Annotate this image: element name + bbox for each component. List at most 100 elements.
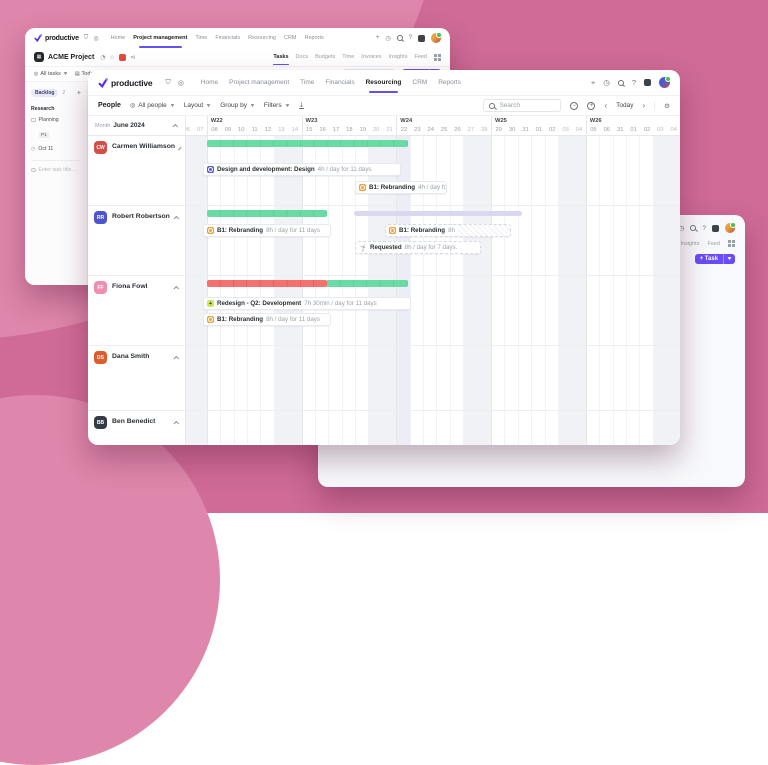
nav-time[interactable]: Time: [300, 79, 314, 86]
person-cell[interactable]: CW Carmen Williamson: [88, 136, 186, 205]
booking-card[interactable]: B1: Rebranding4h / day for 7: [355, 181, 447, 194]
filters-dropdown[interactable]: Filters▼: [264, 102, 290, 109]
tab-docs[interactable]: Docs: [296, 54, 309, 60]
collapse-icon[interactable]: [173, 286, 179, 292]
back-nav-reports[interactable]: Reports: [305, 35, 324, 41]
overbooked-capacity-bar[interactable]: [207, 280, 328, 287]
service-icon: [359, 184, 366, 191]
tab-insights[interactable]: Insights: [388, 54, 407, 60]
notifications-icon[interactable]: ⛉: [84, 34, 89, 42]
back-nav-financials[interactable]: Financials: [215, 35, 240, 41]
booking-card[interactable]: + Redesign - Q2: Development7h 30min / d…: [203, 297, 411, 310]
layout-dropdown[interactable]: Layout▼: [184, 102, 211, 109]
new-task-placeholder[interactable]: Enter task title ...: [31, 167, 81, 173]
budget-alert-icon[interactable]: [119, 54, 126, 61]
help-icon[interactable]: ?: [632, 78, 636, 87]
watch-icon[interactable]: ◔: [100, 54, 105, 61]
prev-period-icon[interactable]: ‹: [604, 101, 607, 110]
nav-project-management[interactable]: Project management: [229, 79, 289, 86]
search-input[interactable]: Search: [483, 99, 561, 112]
next-period-icon[interactable]: ›: [643, 101, 646, 110]
back-nav-crm[interactable]: CRM: [284, 35, 297, 41]
all-tasks-dropdown[interactable]: ◎All tasks▼: [34, 71, 68, 77]
avatar: CW: [94, 141, 107, 154]
back-nav-resourcing[interactable]: Resourcing: [248, 35, 276, 41]
nav-financials[interactable]: Financials: [325, 79, 354, 86]
download-icon[interactable]: ↓: [299, 102, 304, 110]
tab-insights[interactable]: Insights: [680, 241, 699, 247]
help-icon[interactable]: ?: [409, 35, 412, 41]
status-circle-icon[interactable]: ◎: [178, 79, 184, 87]
nav-home[interactable]: Home: [201, 79, 218, 86]
tentative-booking-card[interactable]: B1: Rebranding8h: [385, 224, 511, 237]
booking-card[interactable]: B1: Rebranding8h / day for 11 days: [203, 224, 331, 237]
inbox-icon[interactable]: [712, 225, 719, 232]
back-nav-project-management[interactable]: Project management: [133, 35, 187, 41]
tab-invoices[interactable]: Invoices: [361, 54, 381, 60]
status-circle-icon[interactable]: ◎: [93, 35, 98, 42]
group-by-dropdown[interactable]: Group by▼: [220, 102, 255, 109]
person-cell[interactable]: DS Dana Smith: [88, 346, 186, 410]
today-button[interactable]: Today: [616, 102, 633, 109]
checkbox-icon[interactable]: [31, 118, 36, 123]
tab-budgets[interactable]: Budgets: [315, 54, 335, 60]
tab-tasks[interactable]: Tasks: [273, 54, 288, 60]
date-scale: 0607 W2208091011121314 W2315161718192021…: [186, 116, 680, 135]
collapse-icon[interactable]: [173, 356, 179, 362]
nav-reports[interactable]: Reports: [438, 79, 461, 86]
help-icon[interactable]: ?: [702, 225, 706, 232]
person-cell[interactable]: BB Ben Benedict: [88, 411, 186, 445]
backlog-pill[interactable]: Backlog: [31, 89, 58, 97]
notifications-icon[interactable]: ⛉: [165, 78, 170, 87]
collapse-icon[interactable]: [173, 216, 179, 222]
nav-resourcing[interactable]: Resourcing: [366, 79, 402, 86]
tentative-capacity-bar[interactable]: [354, 211, 522, 216]
views-grid-icon[interactable]: [434, 54, 441, 61]
views-grid-icon[interactable]: [728, 240, 735, 247]
back-nav-time[interactable]: Time: [195, 35, 207, 41]
person-cell[interactable]: RR Robert Robertson: [88, 206, 186, 275]
booking-card[interactable]: Design and development: Design4h / day f…: [203, 163, 401, 176]
booking-card[interactable]: B1: Rebranding8h / day for 11 days: [203, 313, 331, 326]
add-column-task-icon[interactable]: +: [77, 90, 81, 97]
nav-crm[interactable]: CRM: [412, 79, 427, 86]
time-off-request-card[interactable]: Requested8h / day for 7 days.: [355, 241, 481, 254]
tab-time[interactable]: Time: [342, 54, 354, 60]
add-task-button[interactable]: + Task▼: [695, 254, 735, 264]
avatar: BB: [94, 416, 107, 429]
project-title: ACME Project: [48, 54, 94, 61]
avatar[interactable]: [725, 223, 735, 233]
capacity-bar[interactable]: [207, 210, 328, 217]
month-selector[interactable]: Month June 2024: [88, 116, 186, 135]
settings-gear-icon[interactable]: ⚙: [664, 102, 670, 110]
day-cell: 12: [261, 127, 274, 133]
add-icon[interactable]: +: [376, 35, 380, 41]
search-icon[interactable]: [690, 225, 696, 231]
tab-feed[interactable]: Feed: [707, 241, 720, 247]
person-cell[interactable]: FF Fiona Fowl: [88, 276, 186, 345]
collapse-icon[interactable]: [172, 123, 178, 129]
task-item[interactable]: Planning: [31, 117, 81, 123]
inbox-icon[interactable]: [644, 79, 651, 86]
share-icon[interactable]: ⊲: [130, 54, 135, 61]
avatar[interactable]: [659, 77, 670, 88]
collapse-icon[interactable]: [173, 421, 179, 427]
capacity-bar[interactable]: [327, 280, 407, 287]
search-icon[interactable]: [618, 80, 624, 86]
add-icon[interactable]: +: [591, 78, 595, 87]
zoom-in-icon[interactable]: +: [587, 102, 595, 110]
day-cell: 31: [614, 127, 627, 133]
timer-icon[interactable]: ◷: [385, 35, 390, 42]
star-icon[interactable]: ☆: [110, 54, 115, 61]
avatar[interactable]: [431, 33, 441, 43]
back-nav-home[interactable]: Home: [111, 35, 126, 41]
tab-feed[interactable]: Feed: [414, 54, 427, 60]
search-icon[interactable]: [397, 35, 403, 41]
capacity-bar[interactable]: [207, 140, 408, 147]
person-row: FF Fiona Fowl + Redesign - Q2: Developme…: [88, 276, 680, 346]
collapse-icon[interactable]: [178, 147, 182, 151]
all-people-dropdown[interactable]: ◎All people▼: [130, 102, 175, 109]
timer-icon[interactable]: ◷: [603, 78, 610, 87]
zoom-out-icon[interactable]: −: [570, 102, 578, 110]
inbox-icon[interactable]: [418, 35, 425, 42]
